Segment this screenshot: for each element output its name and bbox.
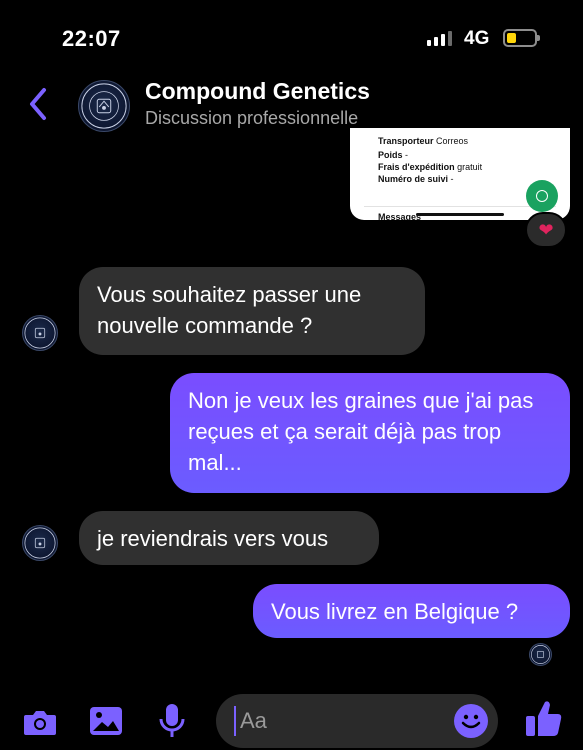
sender-avatar[interactable]	[22, 315, 58, 351]
voice-message-button[interactable]	[158, 702, 186, 740]
message-input[interactable]	[240, 704, 450, 738]
text-cursor	[234, 706, 236, 736]
seen-receipt-avatar	[529, 643, 552, 666]
like-button[interactable]	[524, 698, 564, 740]
message-outgoing[interactable]: Non je veux les graines que j'ai pas reç…	[170, 373, 570, 493]
heart-reaction-icon[interactable]: ❤	[525, 212, 567, 248]
contact-name[interactable]: Compound Genetics	[145, 78, 370, 105]
order-row-carrier: Transporteur Correos	[378, 136, 469, 146]
order-row-tracking: Numéro de suivi -	[378, 174, 454, 184]
signal-strength-icon	[427, 30, 452, 46]
order-row-shipping: Frais d'expédition gratuit	[378, 162, 483, 172]
contact-subtitle: Discussion professionnelle	[145, 108, 359, 128]
compound-genetics-logo	[24, 317, 56, 349]
shared-order-screenshot[interactable]: Transporteur Correos Poids - Frais d'exp…	[350, 128, 570, 220]
compound-genetics-logo	[81, 83, 127, 129]
message-outgoing[interactable]: Vous livrez en Belgique ?	[253, 584, 570, 638]
message-composer[interactable]	[216, 694, 498, 748]
compound-genetics-logo	[531, 645, 550, 664]
message-incoming[interactable]: Vous souhaitez passer une nouvelle comma…	[79, 267, 425, 355]
battery-icon	[503, 29, 540, 47]
message-incoming[interactable]: je reviendrais vers vous	[79, 511, 379, 565]
network-type: 4G	[464, 28, 490, 49]
thumbs-up-icon	[526, 701, 562, 736]
contact-avatar[interactable]	[78, 80, 130, 132]
chevron-left-icon	[30, 88, 46, 120]
camera-icon	[24, 711, 56, 735]
order-row-weight: Poids -	[378, 150, 409, 160]
gallery-button[interactable]	[88, 704, 124, 738]
status-time: 22:07	[62, 26, 121, 51]
image-icon	[90, 707, 122, 735]
battery-level	[507, 33, 516, 43]
compound-genetics-logo	[24, 527, 56, 559]
emoji-icon	[461, 714, 481, 729]
camera-button[interactable]	[22, 706, 58, 738]
messages-label: Messages	[378, 212, 422, 220]
emoji-button[interactable]	[454, 704, 488, 738]
chat-bubble-icon	[526, 180, 558, 212]
back-button[interactable]	[24, 84, 54, 124]
microphone-icon	[159, 704, 185, 737]
sender-avatar[interactable]	[22, 525, 58, 561]
